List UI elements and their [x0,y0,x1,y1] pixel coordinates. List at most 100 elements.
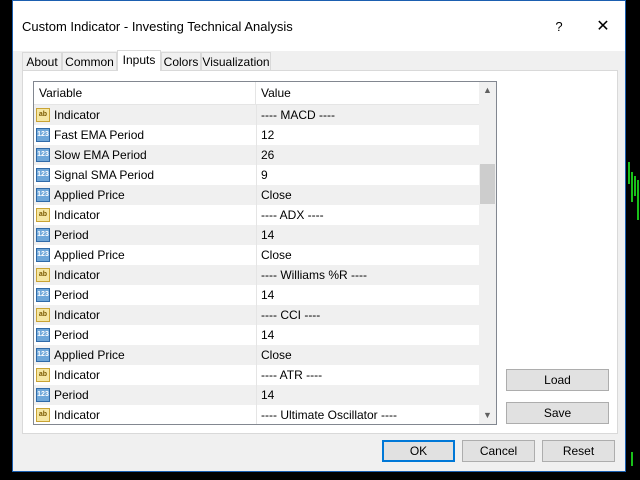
table-row[interactable]: ab Indicator ---- ADX ---- [34,205,479,225]
number-type-icon: 123 [36,228,50,242]
chart-candle [628,162,630,184]
table-row[interactable]: ab Indicator ---- ATR ---- [34,365,479,385]
custom-indicator-dialog: Custom Indicator - Investing Technical A… [12,0,626,472]
grid-header: Variable Value [34,82,479,105]
number-type-icon: 123 [36,168,50,182]
close-button[interactable]: ✕ [581,12,625,42]
tab-inputs[interactable]: Inputs [117,50,161,71]
value-cell[interactable]: 14 [261,285,476,305]
column-divider [256,145,257,165]
variable-cell: Indicator [54,268,101,282]
column-divider [256,325,257,345]
value-cell[interactable]: 14 [261,385,476,405]
value-cell[interactable]: ---- Ultimate Oscillator ---- [261,405,476,424]
column-header-value[interactable]: Value [256,82,479,104]
variable-cell: Slow EMA Period [54,148,147,162]
number-type-icon: 123 [36,388,50,402]
reset-button[interactable]: Reset [542,440,615,462]
tab-common[interactable]: Common [62,52,117,70]
table-row[interactable]: 123 Period 14 [34,225,479,245]
column-divider [256,165,257,185]
column-divider [256,385,257,405]
variable-cell: Applied Price [54,348,125,362]
table-row[interactable]: 123 Fast EMA Period 12 [34,125,479,145]
column-divider [256,365,257,385]
variable-cell: Period [54,228,89,242]
table-row[interactable]: 123 Applied Price Close [34,345,479,365]
column-divider [256,285,257,305]
column-divider [256,245,257,265]
string-type-icon: ab [36,308,50,322]
tab-about[interactable]: About [22,52,62,70]
value-cell[interactable]: ---- CCI ---- [261,305,476,325]
table-row[interactable]: 123 Applied Price Close [34,245,479,265]
number-type-icon: 123 [36,148,50,162]
table-row[interactable]: ab Indicator ---- Ultimate Oscillator ---- [34,405,479,424]
number-type-icon: 123 [36,288,50,302]
column-divider [256,305,257,325]
value-cell[interactable]: 14 [261,225,476,245]
value-cell[interactable]: Close [261,345,476,365]
help-button[interactable]: ? [537,12,581,42]
value-cell[interactable]: ---- ADX ---- [261,205,476,225]
string-type-icon: ab [36,368,50,382]
save-button[interactable]: Save [506,402,609,424]
variable-cell: Signal SMA Period [54,168,155,182]
value-cell[interactable]: 9 [261,165,476,185]
number-type-icon: 123 [36,328,50,342]
inputs-grid: Variable Value ab Indicator ---- MACD ----… [33,81,497,425]
column-divider [256,105,257,125]
chart-candle [637,180,639,220]
scroll-down-icon[interactable]: ▼ [479,407,496,424]
string-type-icon: ab [36,208,50,222]
chart-background-right [626,0,640,480]
column-divider [256,205,257,225]
value-cell[interactable]: ---- Williams %R ---- [261,265,476,285]
value-cell[interactable]: Close [261,185,476,205]
cancel-button[interactable]: Cancel [462,440,535,462]
table-row[interactable]: ab Indicator ---- CCI ---- [34,305,479,325]
table-row[interactable]: 123 Period 14 [34,385,479,405]
chart-candle [631,172,633,202]
variable-cell: Indicator [54,108,101,122]
ok-button[interactable]: OK [382,440,455,462]
variable-cell: Period [54,288,89,302]
variable-cell: Applied Price [54,248,125,262]
number-type-icon: 123 [36,248,50,262]
value-cell[interactable]: 12 [261,125,476,145]
column-divider [256,185,257,205]
variable-cell: Indicator [54,368,101,382]
string-type-icon: ab [36,408,50,422]
column-header-variable[interactable]: Variable [34,82,256,104]
tab-colors[interactable]: Colors [161,52,201,70]
number-type-icon: 123 [36,188,50,202]
vertical-scrollbar[interactable]: ▲ ▼ [479,82,496,424]
column-divider [256,405,257,424]
variable-cell: Fast EMA Period [54,128,145,142]
column-divider [256,345,257,365]
string-type-icon: ab [36,108,50,122]
column-divider [256,225,257,245]
value-cell[interactable]: ---- MACD ---- [261,105,476,125]
table-row[interactable]: 123 Period 14 [34,325,479,345]
column-divider [256,125,257,145]
table-row[interactable]: 123 Signal SMA Period 9 [34,165,479,185]
table-row[interactable]: ab Indicator ---- Williams %R ---- [34,265,479,285]
scroll-up-icon[interactable]: ▲ [479,82,496,99]
chart-candle [631,452,633,466]
table-row[interactable]: 123 Slow EMA Period 26 [34,145,479,165]
number-type-icon: 123 [36,128,50,142]
value-cell[interactable]: 26 [261,145,476,165]
table-row[interactable]: 123 Period 14 [34,285,479,305]
value-cell[interactable]: 14 [261,325,476,345]
table-row[interactable]: 123 Applied Price Close [34,185,479,205]
value-cell[interactable]: Close [261,245,476,265]
load-button[interactable]: Load [506,369,609,391]
table-row[interactable]: ab Indicator ---- MACD ---- [34,105,479,125]
tab-visualization[interactable]: Visualization [201,52,271,70]
variable-cell: Indicator [54,308,101,322]
scrollbar-thumb[interactable] [480,164,495,204]
variable-cell: Period [54,328,89,342]
value-cell[interactable]: ---- ATR ---- [261,365,476,385]
title-bar[interactable]: Custom Indicator - Investing Technical A… [13,1,625,51]
